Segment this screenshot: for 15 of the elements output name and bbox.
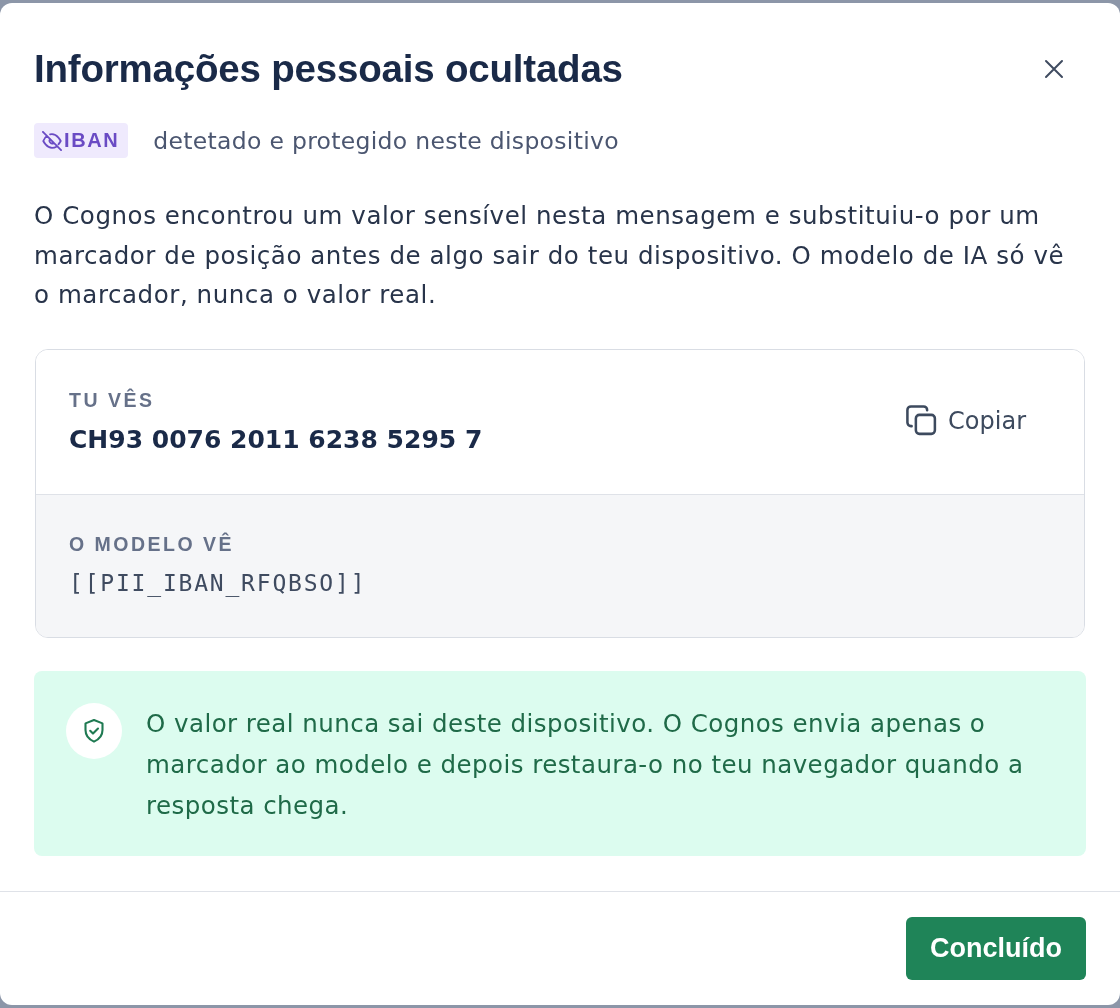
copy-icon [906, 405, 938, 436]
dialog-title: Informações pessoais ocultadas [34, 47, 623, 91]
user-view-label: TU VÊS [69, 387, 156, 412]
done-button[interactable]: Concluído [906, 917, 1086, 980]
copy-button[interactable]: Copiar [896, 399, 1051, 442]
detection-caption: detetado e protegido neste dispositivo [153, 126, 619, 155]
description-text: O Cognos encontrou um valor sensível nesta mensagem e substituiu-o por um marcador de posição antes de algo sair do teu dispositivo. O modelo de IA só vê o marcador, nunca o valor real. [34, 200, 1066, 311]
pii-type-badge: IBAN [34, 123, 129, 158]
original-value: CH93 0076 2011 6238 5295 7 [69, 423, 483, 456]
notice-text: O valor real nunca sai deste dispositivo. O Cognos envia apenas o marcador ao modelo e depois restaura-o no teu navegador quando a resposta chega. [146, 707, 1025, 822]
placeholder-token: [[PII_IBAN_RFQBSO]] [69, 568, 368, 599]
shield-check-icon [66, 702, 122, 759]
model-view-label: O MODELO VÊ [69, 531, 236, 556]
eye-slash-icon [42, 130, 62, 151]
close-icon [1044, 59, 1064, 79]
